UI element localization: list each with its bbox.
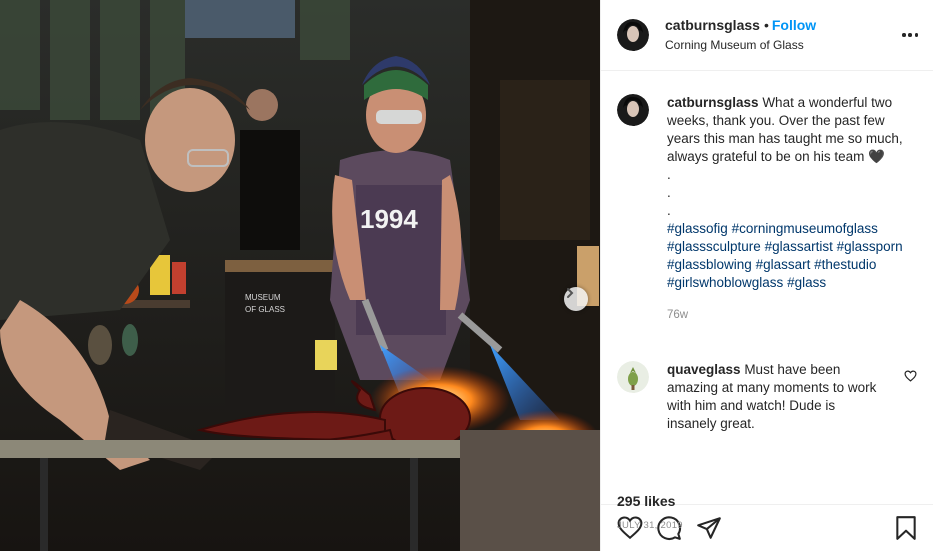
caption-dot: . xyxy=(667,167,671,182)
hashtag-link[interactable]: #thestudio xyxy=(814,257,876,272)
post-side-panel: catburnsglass • Follow Corning Museum of G… xyxy=(600,0,933,551)
caption-username-link[interactable]: catburnsglass xyxy=(667,95,759,110)
commenter-avatar-icon xyxy=(617,361,649,393)
separator-dot: • xyxy=(763,17,769,33)
avatar[interactable] xyxy=(617,19,649,51)
share-button[interactable] xyxy=(696,515,722,541)
instagram-post: MUSEUM OF GLASS 1994 catburnsglass • Fol… xyxy=(0,0,933,551)
bookmark-icon xyxy=(896,516,916,540)
hashtag-link[interactable]: #glass xyxy=(787,275,826,290)
caption-body: catburnsglass What a wonderful two weeks… xyxy=(667,94,911,324)
machine-label-2: OF GLASS xyxy=(245,305,285,314)
post-date[interactable]: JULY 31, 2019 xyxy=(617,520,683,531)
next-photo-button[interactable] xyxy=(564,287,588,311)
hashtag-link[interactable]: #glassofig xyxy=(667,221,728,236)
save-button[interactable] xyxy=(893,515,919,541)
black-heart-emoji: 🖤 xyxy=(868,149,885,164)
follow-button[interactable]: Follow xyxy=(772,17,816,33)
caption-dot: . xyxy=(667,203,671,218)
location-link[interactable]: Corning Museum of Glass xyxy=(665,36,816,54)
machine-label: MUSEUM xyxy=(245,293,281,302)
hashtag-link[interactable]: #corningmuseumofglass xyxy=(732,221,878,236)
hashtag-link[interactable]: #glassblowing xyxy=(667,257,752,272)
comment-item: quaveglass Must have been amazing at man… xyxy=(617,361,917,433)
post-header: catburnsglass • Follow Corning Museum of G… xyxy=(601,0,933,71)
caption: catburnsglass What a wonderful two weeks… xyxy=(617,94,917,324)
hashtag-link[interactable]: #glassartist xyxy=(765,239,833,254)
heart-outline-icon xyxy=(904,370,917,382)
hashtag-link[interactable]: #girlswhoblowglass xyxy=(667,275,783,290)
hashtag-link[interactable]: #glasssculpture xyxy=(667,239,761,254)
profile-photo-icon xyxy=(617,19,649,51)
post-photo[interactable]: MUSEUM OF GLASS 1994 xyxy=(0,0,600,551)
avatar[interactable] xyxy=(617,94,649,126)
comment-body: quaveglass Must have been amazing at man… xyxy=(667,361,883,433)
more-dot-icon xyxy=(902,33,906,37)
like-comment-button[interactable] xyxy=(904,369,917,387)
header-text: catburnsglass • Follow Corning Museum of G… xyxy=(665,16,816,54)
comment-username-link[interactable]: quaveglass xyxy=(667,362,741,377)
likes-count[interactable]: 295 likes xyxy=(617,493,675,509)
share-icon xyxy=(697,517,721,539)
more-options-button[interactable] xyxy=(902,26,918,44)
username-link[interactable]: catburnsglass xyxy=(665,17,760,33)
chevron-right-icon xyxy=(567,288,574,298)
shirt-print: 1994 xyxy=(360,204,418,234)
hashtag-link[interactable]: #glassart xyxy=(756,257,811,272)
comments-area[interactable]: catburnsglass What a wonderful two weeks… xyxy=(601,71,933,504)
caption-age: 76w xyxy=(667,309,689,321)
more-dot-icon xyxy=(908,33,912,37)
glassblowing-scene: MUSEUM OF GLASS 1994 xyxy=(0,0,600,551)
caption-dot: . xyxy=(667,185,671,200)
avatar[interactable] xyxy=(617,361,649,393)
hashtag-link[interactable]: #glassporn xyxy=(837,239,903,254)
more-dot-icon xyxy=(914,33,918,37)
hashtag-list: #glassofig #corningmuseumofglass #glasss… xyxy=(667,220,911,292)
profile-photo-icon xyxy=(617,94,649,126)
